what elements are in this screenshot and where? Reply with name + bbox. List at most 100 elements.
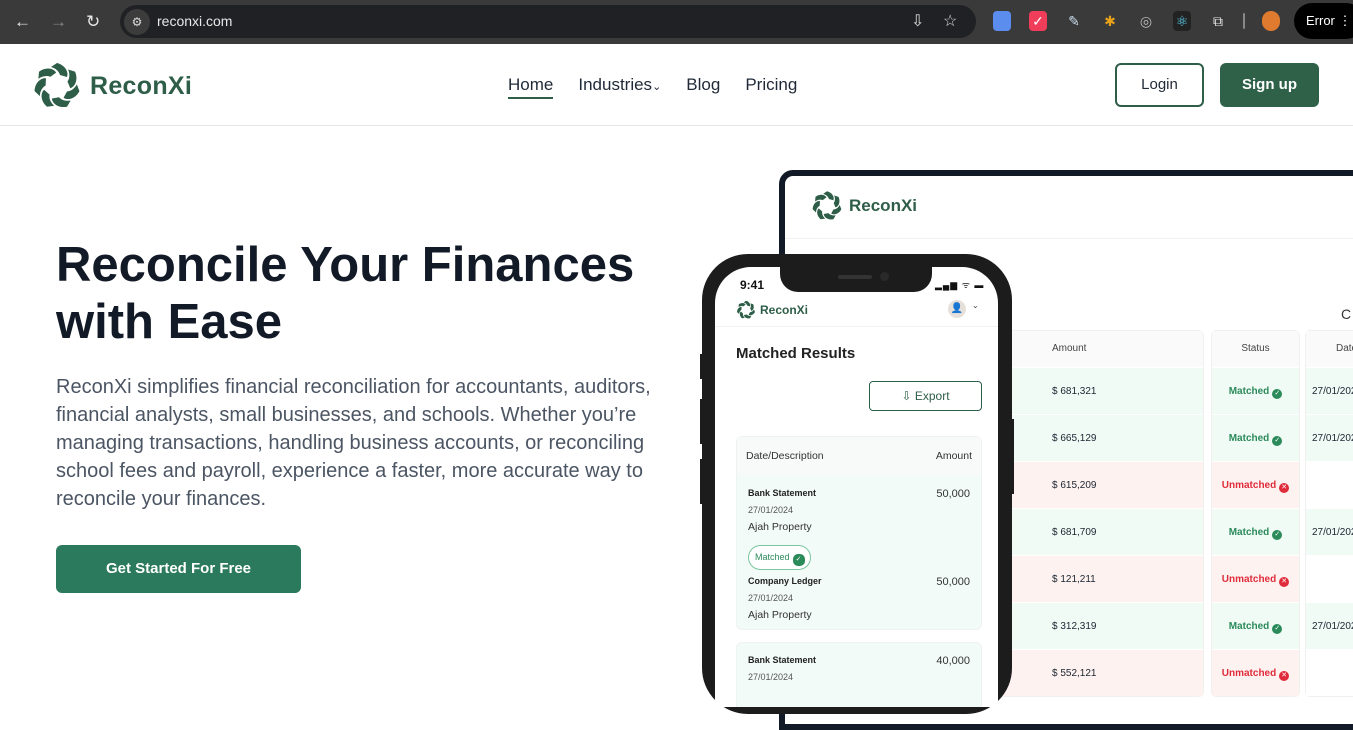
x-circle-icon: ✕	[1279, 483, 1290, 493]
back-icon[interactable]: ←	[14, 12, 31, 32]
profile-avatar[interactable]	[1262, 11, 1280, 31]
react-icon[interactable]: ⚛	[1173, 11, 1191, 31]
entry-amount: 50,000	[936, 576, 970, 588]
entry-party: Ajah Property	[748, 521, 812, 533]
brand-name: ReconXi	[90, 71, 193, 100]
target-icon[interactable]: ◎	[1137, 11, 1155, 31]
site-settings-icon[interactable]: ⚙	[124, 9, 150, 35]
status-badge: Matched	[1228, 386, 1270, 397]
laptop-brand-name: ReconXi	[849, 196, 918, 215]
nav-home[interactable]: Home	[508, 75, 554, 99]
card-header: Date/Description Amount	[737, 437, 981, 475]
get-started-button[interactable]: Get Started For Free	[56, 545, 301, 593]
user-avatar[interactable]: 👤	[948, 300, 966, 318]
check-circle-icon: ✓	[1272, 389, 1283, 399]
logo-icon	[811, 190, 843, 222]
status-badge: Matched	[1228, 433, 1270, 444]
address-bar[interactable]: ⚙ reconxi.com ⇩ ☆	[120, 5, 976, 38]
phone-brand-name: ReconXi	[760, 303, 809, 317]
status-column: Status Matched ✓ Matched ✓ Unmatched ✕ Matched…	[1211, 330, 1300, 697]
browser-toolbar: ← → ↻ ⚙ reconxi.com ⇩ ☆ ✓ ✎ ✱ ◎ ⚛ ⧉ Erro…	[0, 0, 1353, 44]
entry-amount: 50,000	[936, 488, 970, 500]
hero-title: Reconcile Your Finances with Ease	[56, 238, 635, 349]
laptop-heading-fragment: C	[1341, 306, 1352, 322]
bookmark-star-icon[interactable]: ☆	[943, 11, 957, 31]
status-cell: Matched ✓	[1212, 414, 1299, 461]
status-badge: Unmatched	[1221, 668, 1277, 679]
laptop-brand: ReconXi	[811, 190, 917, 222]
url-text[interactable]: reconxi.com	[157, 13, 232, 29]
phone-side-button	[700, 354, 704, 379]
entry-party: Ajah Property	[748, 609, 812, 621]
status-badge: Unmatched	[1221, 480, 1277, 491]
entry-date: 27/01/2024	[748, 672, 794, 682]
install-app-icon[interactable]: ⇩	[911, 11, 924, 31]
check-circle-icon: ✓	[792, 554, 805, 566]
nav-blog[interactable]: Blog	[686, 75, 720, 99]
phone-notch	[780, 267, 932, 292]
export-label: Export	[914, 389, 950, 403]
logo-icon	[736, 300, 756, 320]
status-cell: Matched ✓	[1212, 602, 1299, 649]
puzzle-icon[interactable]: ⧉	[1209, 11, 1227, 31]
forward-icon[interactable]: →	[50, 12, 67, 32]
phone-mockup: 9:41 ▂▄▆ ᯤ ▬ ReconXi 👤 ⌄ Matched Results…	[700, 254, 1014, 714]
login-button[interactable]: Login	[1115, 63, 1204, 107]
entry: Bank Statement 27/01/2024 40,000	[737, 643, 981, 707]
date-cell: 27/01/202	[1306, 508, 1353, 555]
cloud-download-icon: ⇩	[901, 389, 912, 403]
result-card[interactable]: Bank Statement 27/01/2024 40,000	[736, 642, 982, 707]
toolbar-divider	[1243, 13, 1245, 29]
matched-results-title: Matched Results	[736, 345, 856, 362]
date-column: Date 27/01/20227/01/20227/01/20227/01/20…	[1305, 330, 1353, 697]
phone-side-button	[700, 399, 704, 444]
main-nav: Home Industries⌄ Blog Pricing	[508, 75, 797, 99]
status-badge: Unmatched	[1221, 574, 1277, 585]
error-label: Error	[1306, 13, 1335, 28]
date-cell: 27/01/202	[1306, 367, 1353, 414]
matched-badge: Matched ✓	[748, 545, 811, 570]
bug-icon[interactable]: ✱	[1101, 11, 1119, 31]
signal-wifi-battery-icon: ▂▄▆ ᯤ ▬	[935, 280, 985, 290]
phone-screen: 9:41 ▂▄▆ ᯤ ▬ ReconXi 👤 ⌄ Matched Results…	[715, 267, 998, 707]
check-circle-icon: ✓	[1272, 436, 1283, 446]
date-cell	[1306, 555, 1353, 602]
status-cell: Unmatched ✕	[1212, 649, 1299, 696]
result-card[interactable]: Date/Description Amount Bank Statement 27…	[736, 436, 982, 630]
chevron-down-icon[interactable]: ⌄	[972, 301, 979, 310]
date-header: Date	[1306, 331, 1353, 367]
site-header: ReconXi Home Industries⌄ Blog Pricing Lo…	[0, 44, 1353, 126]
entry-date: 27/01/2024	[748, 593, 794, 603]
entry-amount: 40,000	[936, 655, 970, 667]
docs-icon[interactable]	[993, 11, 1011, 31]
entry-date: 27/01/2024	[748, 505, 794, 515]
description-header: Date/Description	[746, 450, 824, 462]
nav-pricing[interactable]: Pricing	[745, 75, 797, 99]
phone-header-divider	[715, 326, 998, 327]
phone-brand: ReconXi	[736, 300, 808, 320]
profile-error-button[interactable]: Error ⋮	[1294, 3, 1353, 39]
amount-header: Amount	[935, 450, 972, 462]
status-cell: Unmatched ✕	[1212, 461, 1299, 508]
reload-icon[interactable]: ↻	[86, 12, 100, 32]
matched-label: Matched	[755, 552, 790, 562]
date-cell: 27/01/202	[1306, 414, 1353, 461]
status-time: 9:41	[740, 278, 765, 292]
export-button[interactable]: ⇩ Export	[869, 381, 982, 411]
laptop-header-divider	[785, 238, 1353, 239]
eyedropper-icon[interactable]: ✎	[1065, 11, 1083, 31]
menu-kebab-icon[interactable]: ⋮	[1339, 13, 1352, 28]
nav-industries[interactable]: Industries⌄	[578, 75, 661, 99]
status-cell: Matched ✓	[1212, 508, 1299, 555]
brand-logo[interactable]: ReconXi	[32, 61, 192, 111]
signup-button[interactable]: Sign up	[1220, 63, 1319, 107]
calendar-icon[interactable]: ✓	[1029, 11, 1047, 31]
x-circle-icon: ✕	[1279, 671, 1290, 681]
check-circle-icon: ✓	[1272, 530, 1283, 540]
check-circle-icon: ✓	[1272, 624, 1283, 634]
status-badge: Matched	[1228, 621, 1270, 632]
phone-side-button	[700, 459, 704, 504]
chevron-down-icon: ⌄	[652, 81, 662, 93]
date-cell	[1306, 461, 1353, 508]
phone-side-button	[1010, 419, 1014, 494]
